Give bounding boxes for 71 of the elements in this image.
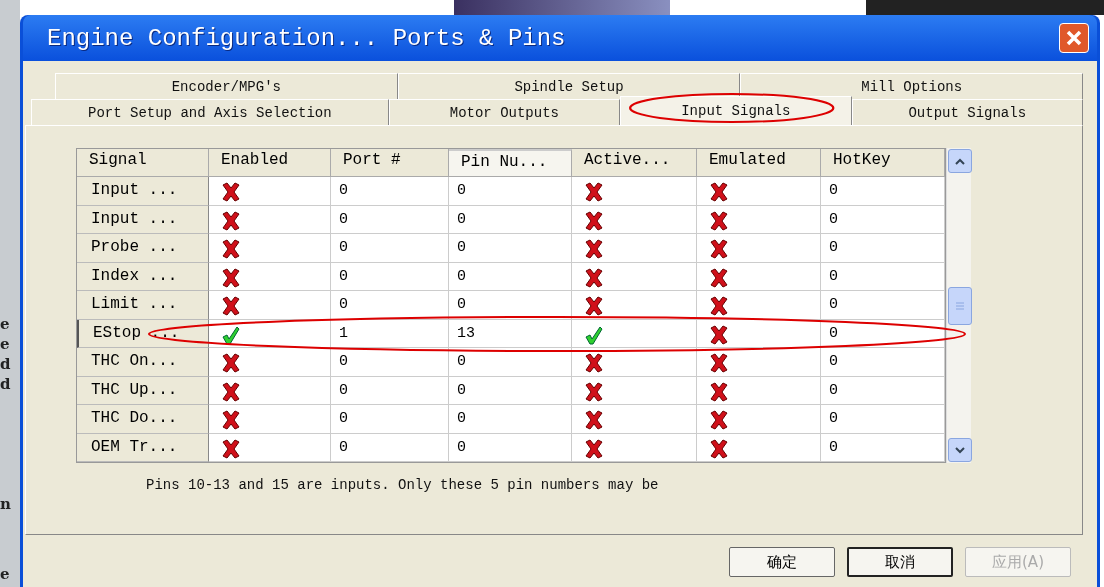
table-cell: 0 xyxy=(331,177,449,206)
table-cell: 1 xyxy=(331,319,449,348)
tab[interactable]: Spindle Setup xyxy=(397,73,741,99)
table-cell: 0 xyxy=(821,376,945,405)
table-cell: 0 xyxy=(821,348,945,377)
background-text: e xyxy=(0,565,11,583)
table-cell: 0 xyxy=(331,205,449,234)
table-cell: 0 xyxy=(449,177,572,206)
table-cell: 0 xyxy=(821,205,945,234)
row-header[interactable]: OEM Tr... xyxy=(77,433,209,462)
close-button[interactable] xyxy=(1059,23,1089,53)
grip-icon xyxy=(956,301,964,310)
column-header[interactable]: Signal xyxy=(77,149,209,177)
background-text: n xyxy=(0,495,12,513)
table-cell: 0 xyxy=(331,376,449,405)
table-cell: 0 xyxy=(449,291,572,320)
table-cell: 0 xyxy=(821,177,945,206)
row-header[interactable]: Index ... xyxy=(77,262,209,291)
background-text: e xyxy=(0,315,11,333)
table-cell: 0 xyxy=(331,433,449,462)
caret-down-icon xyxy=(955,446,965,454)
row-header[interactable]: THC On... xyxy=(77,348,209,377)
background-text: e xyxy=(0,335,11,353)
dialog-button[interactable]: 确定 xyxy=(729,547,835,577)
table-cell: 0 xyxy=(821,291,945,320)
table-cell: 13 xyxy=(449,319,572,348)
column-header[interactable]: Pin Nu... xyxy=(449,149,572,177)
table-cell: 0 xyxy=(821,234,945,263)
row-header[interactable]: Probe ... xyxy=(77,234,209,263)
scroll-up-button[interactable] xyxy=(948,149,972,173)
table-cell: 0 xyxy=(331,291,449,320)
row-header[interactable]: Input ... xyxy=(77,205,209,234)
tab[interactable]: Output Signals xyxy=(851,99,1083,125)
window-title: Engine Configuration... Ports & Pins xyxy=(47,24,566,52)
row-header[interactable]: Limit ... xyxy=(77,291,209,320)
table-cell: 0 xyxy=(449,405,572,434)
background-text: d xyxy=(0,375,12,393)
column-header[interactable]: Emulated xyxy=(697,149,821,177)
column-header[interactable]: Enabled xyxy=(209,149,331,177)
row-header[interactable]: THC Up... xyxy=(77,376,209,405)
table-cell: 0 xyxy=(821,405,945,434)
tab[interactable]: Input Signals xyxy=(620,96,852,125)
tab[interactable]: Port Setup and Axis Selection xyxy=(31,99,389,125)
table-cell: 0 xyxy=(449,348,572,377)
table-cell: 0 xyxy=(449,205,572,234)
tab[interactable]: Motor Outputs xyxy=(388,99,621,125)
table-cell: 0 xyxy=(331,262,449,291)
table-cell: 0 xyxy=(821,262,945,291)
background-text: d xyxy=(0,355,12,373)
close-icon xyxy=(1065,29,1083,47)
table-cell: 0 xyxy=(331,234,449,263)
dialog-button[interactable]: 取消 xyxy=(847,547,953,577)
column-header[interactable]: Port # xyxy=(331,149,449,177)
row-header[interactable]: Input ... xyxy=(77,177,209,206)
caret-up-icon xyxy=(955,157,965,165)
column-header[interactable]: HotKey xyxy=(821,149,945,177)
table-cell: 0 xyxy=(449,234,572,263)
table-cell: 0 xyxy=(821,433,945,462)
table-cell: 0 xyxy=(449,376,572,405)
tab[interactable]: Encoder/MPG's xyxy=(55,73,398,99)
table-cell: 0 xyxy=(821,319,945,348)
table-cell: 0 xyxy=(331,348,449,377)
scrollbar-thumb[interactable] xyxy=(948,286,972,325)
row-header[interactable]: THC Do... xyxy=(77,405,209,434)
scroll-down-button[interactable] xyxy=(948,438,972,462)
tab[interactable]: Mill Options xyxy=(740,73,1083,99)
hint-text: Pins 10-13 and 15 are inputs. Only these 5 pin numbers may be xyxy=(146,477,660,493)
table-cell: 0 xyxy=(449,433,572,462)
column-header[interactable]: Active... xyxy=(572,149,697,177)
table-cell: 0 xyxy=(331,405,449,434)
table-cell: 0 xyxy=(449,262,572,291)
